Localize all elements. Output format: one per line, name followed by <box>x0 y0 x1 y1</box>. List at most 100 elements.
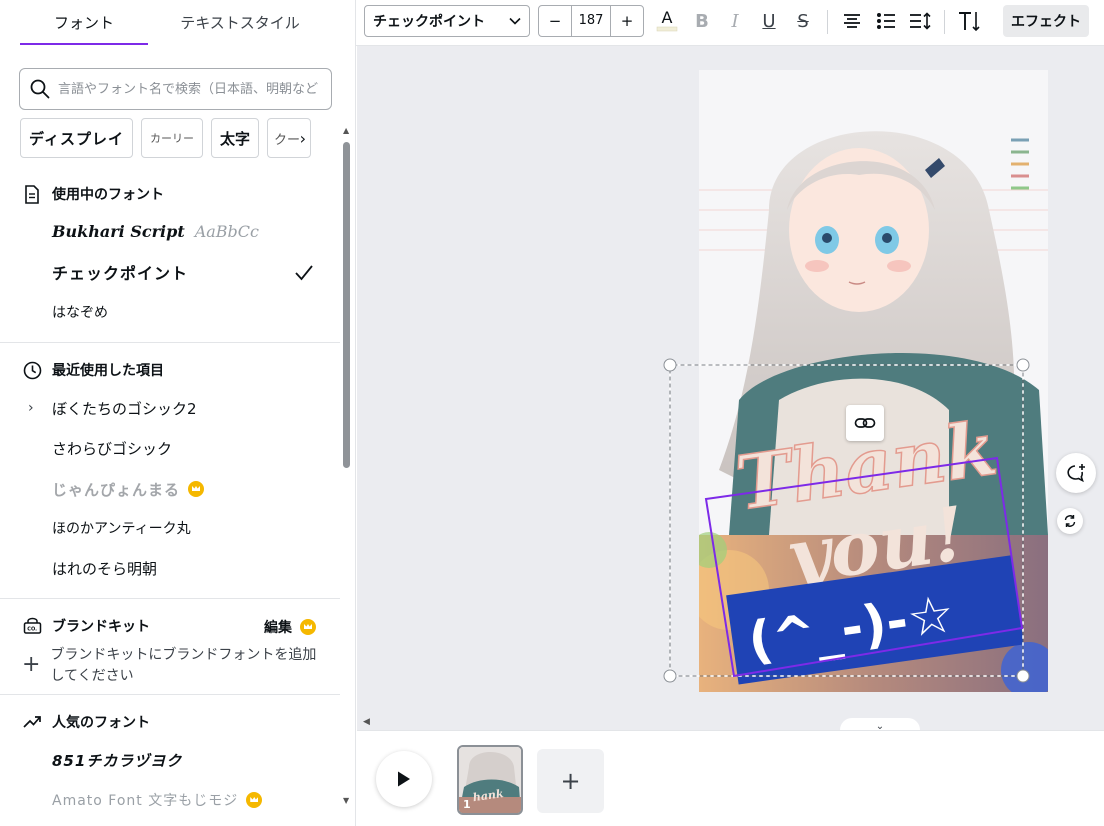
brand-kit-icon: CO. <box>22 616 42 636</box>
page-thumbnail[interactable]: hank 1 <box>457 745 523 815</box>
plus-icon: + <box>22 652 41 677</box>
pages-bar: hank 1 + <box>357 730 1104 826</box>
font-family-dropdown[interactable]: チェックポイント <box>364 5 530 37</box>
section-in-use-title: 使用中のフォント <box>52 187 164 203</box>
font-search[interactable] <box>19 68 332 110</box>
link-button[interactable] <box>846 405 884 441</box>
chevron-right-icon[interactable]: › <box>28 400 34 416</box>
section-in-use-heading: 使用中のフォント <box>22 183 164 205</box>
spacing-button[interactable] <box>905 6 935 36</box>
add-brand-font-text: ブランドキットにブランドフォントを追加してください <box>50 647 317 684</box>
canvas-horizontal-scroll[interactable]: ◀ <box>357 716 1104 730</box>
chevron-down-icon <box>509 17 521 25</box>
edit-label: 編集 <box>264 620 292 636</box>
font-item-janpyonmaru[interactable]: じゃんぴょんまる <box>52 477 205 501</box>
resize-handle <box>1016 358 1030 372</box>
font-name: ほのかアンティーク丸 <box>52 521 191 537</box>
effects-button[interactable]: エフェクト <box>1003 5 1089 37</box>
resize-handle <box>663 669 677 683</box>
list-button[interactable] <box>871 6 901 36</box>
svg-text:A: A <box>662 8 673 27</box>
decrease-size-button[interactable]: − <box>539 6 571 36</box>
section-brand-title: ブランドキット <box>52 619 150 635</box>
check-icon <box>295 265 313 281</box>
font-item-amato-font[interactable]: Amato Font 文字もじモジ <box>52 788 263 812</box>
refresh-icon <box>1064 515 1076 527</box>
align-center-icon <box>844 14 860 28</box>
add-brand-font-button[interactable]: + ブランドキットにブランドフォントを追加してください <box>22 645 322 687</box>
font-name: じゃんぴょんまる <box>52 480 181 499</box>
font-item-hanazome[interactable]: はなぞめ <box>52 300 108 324</box>
chip-curly[interactable]: カーリー <box>140 118 203 158</box>
clock-icon <box>22 360 42 380</box>
trending-icon <box>22 712 42 732</box>
add-page-button[interactable]: + <box>537 749 604 813</box>
svg-text:CO.: CO. <box>27 627 37 633</box>
crown-icon <box>188 481 205 497</box>
font-item-hare-no-sora-mincho[interactable]: はれのそら明朝 <box>52 556 157 580</box>
font-name: 851チカラヅヨク <box>52 751 183 770</box>
page-number: 1 <box>463 798 471 811</box>
chevron-right-icon[interactable]: › <box>299 129 306 148</box>
add-comment-button[interactable] <box>1056 453 1096 493</box>
search-input[interactable] <box>58 81 318 97</box>
font-sample: AaBbCc <box>194 221 259 241</box>
section-popular-title: 人気のフォント <box>52 715 150 731</box>
regenerate-button[interactable] <box>1057 508 1083 534</box>
tab-fonts[interactable]: フォント <box>20 0 148 46</box>
text-toolbar: チェックポイント − 187 + A B I U S エフェクト <box>356 0 1104 46</box>
increase-size-button[interactable]: + <box>611 6 643 36</box>
play-button[interactable] <box>376 751 432 807</box>
font-name: ぼくたちのゴシック2 <box>52 399 197 418</box>
font-size-stepper: − 187 + <box>538 5 644 37</box>
chip-cool[interactable]: クー › <box>266 118 311 158</box>
divider <box>0 598 340 599</box>
document-icon <box>22 184 42 204</box>
link-icon <box>854 418 876 428</box>
font-item-sawarabi-gothic[interactable]: さわらびゴシック <box>52 436 172 460</box>
chip-display[interactable]: ディスプレイ <box>20 118 133 158</box>
font-item-bukhari-script[interactable]: Bukhari Script AaBbCc <box>52 219 259 243</box>
font-panel: フォント テキストスタイル ディスプレイ カーリー 太字 クー › ▲ ▼ <box>0 0 356 826</box>
font-name: さわらびゴシック <box>52 439 173 458</box>
strikethrough-button[interactable]: S <box>788 6 818 36</box>
text-direction-button[interactable] <box>954 6 984 36</box>
brand-edit-link[interactable]: 編集 <box>264 617 316 637</box>
line-spacing-icon <box>910 12 931 30</box>
font-name: はれのそら明朝 <box>52 559 158 578</box>
font-name: はなぞめ <box>52 305 108 321</box>
scroll-up-arrow[interactable]: ▲ <box>343 126 349 135</box>
scroll-left-arrow[interactable]: ◀ <box>363 717 370 727</box>
panel-scrollbar-thumb[interactable] <box>343 142 350 468</box>
selection-overlay <box>663 358 1030 683</box>
search-icon <box>30 79 50 99</box>
tab-text-styles[interactable]: テキストスタイル <box>160 0 320 46</box>
font-size-input[interactable]: 187 <box>571 6 611 36</box>
text-color-icon: A <box>656 8 678 32</box>
panel-tabs: フォント テキストスタイル <box>0 0 340 46</box>
font-item-honoka-antique[interactable]: ほのかアンティーク丸 <box>52 516 191 540</box>
align-center-button[interactable] <box>837 6 867 36</box>
font-item-bokutachi-gothic2[interactable]: ぼくたちのゴシック2 <box>52 396 197 420</box>
chip-bold[interactable]: 太字 <box>210 118 259 158</box>
underline-button[interactable]: U <box>754 6 784 36</box>
font-item-checkpoint[interactable]: チェックポイント <box>52 260 188 284</box>
toolbar-divider <box>827 10 828 34</box>
font-name: Bukhari Script <box>52 221 185 241</box>
bold-button[interactable]: B <box>687 6 717 36</box>
font-name: Amato Font 文字もじモジ <box>52 793 239 809</box>
scroll-down-arrow[interactable]: ▼ <box>343 796 349 805</box>
crown-icon <box>246 792 263 808</box>
font-name: チェックポイント <box>52 264 189 283</box>
font-item-851-chikarazuyoku[interactable]: 851チカラヅヨク <box>52 748 182 772</box>
section-popular-heading: 人気のフォント <box>22 711 150 733</box>
filter-chips: ディスプレイ カーリー 太字 クー › <box>20 118 320 158</box>
bullet-list-icon <box>877 13 895 29</box>
active-tab-indicator <box>20 43 148 45</box>
comment-plus-icon <box>1067 464 1085 483</box>
text-color-button[interactable]: A <box>652 6 682 36</box>
italic-button[interactable]: I <box>720 6 750 36</box>
play-icon <box>398 771 410 787</box>
section-recent-heading: 最近使用した項目 <box>22 359 164 381</box>
divider <box>0 342 340 343</box>
